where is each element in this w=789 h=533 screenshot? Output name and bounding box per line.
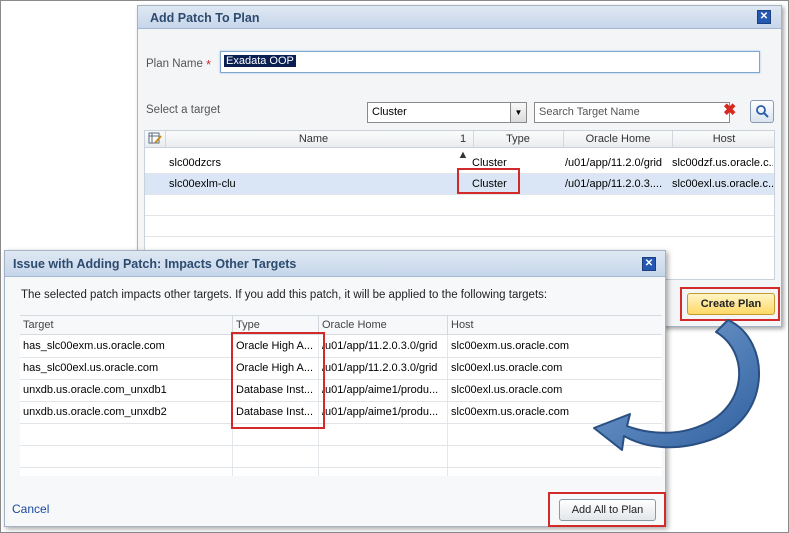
plan-name-value: Exadata OOP [224, 55, 296, 67]
select-target-label: Select a target [146, 104, 221, 116]
add-patch-title: Add Patch To Plan [150, 11, 260, 25]
row-host: slc00exm.us.oracle.com [451, 340, 569, 352]
issue-title: Issue with Adding Patch: Impacts Other T… [13, 257, 297, 271]
row-oracle-home: /u01/app/11.2.0/grid [565, 157, 663, 169]
plan-name-input[interactable]: Exadata OOP [220, 51, 760, 73]
clear-icon[interactable]: ✖ [723, 101, 736, 121]
row-target: has_slc00exm.us.oracle.com [23, 340, 165, 352]
impacted-table-header: Target Type Oracle Home Host [20, 316, 662, 335]
issue-titlebar: Issue with Adding Patch: Impacts Other T… [5, 251, 665, 277]
search-placeholder: Search Target Name [539, 106, 640, 118]
row-target: unxdb.us.oracle.com_unxdb1 [23, 384, 167, 396]
search-icon [756, 105, 769, 118]
impacted-targets-table: Target Type Oracle Home Host has_slc00ex… [20, 315, 662, 476]
highlight-box-add-all [548, 492, 666, 527]
impact-message: The selected patch impacts other targets… [21, 289, 548, 301]
chevron-down-icon[interactable]: ▼ [510, 103, 526, 122]
column-target[interactable]: Target [20, 316, 228, 334]
close-icon[interactable]: ✕ [757, 10, 771, 24]
highlight-box-types [231, 332, 325, 429]
search-button[interactable] [750, 100, 774, 123]
curved-arrow-icon [593, 319, 760, 451]
target-type-select[interactable]: Cluster ▼ [367, 102, 527, 123]
cancel-link[interactable]: Cancel [12, 502, 49, 516]
edit-columns-icon[interactable] [147, 131, 163, 147]
row-host: slc00exl.us.oracle.com [451, 384, 563, 396]
highlight-box-cluster [457, 168, 520, 194]
table-row-empty [145, 195, 774, 216]
column-oracle-home[interactable]: Oracle Home [318, 316, 447, 334]
sort-indicator[interactable]: 1 ▲ [453, 131, 473, 161]
required-marker: * [206, 57, 212, 72]
column-oracle-home[interactable]: Oracle Home [563, 131, 672, 147]
plan-name-label: Plan Name [146, 58, 203, 70]
row-oracle-home: /u01/app/11.2.0.3.0/grid [322, 362, 438, 374]
row-host: slc00exl.us.oracle.c... [672, 178, 773, 190]
row-name: slc00exlm-clu [169, 178, 236, 190]
row-oracle-home: /u01/app/aime1/produ... [322, 406, 439, 418]
close-icon[interactable]: ✕ [642, 257, 656, 271]
row-host: slc00exl.us.oracle.com [451, 362, 563, 374]
target-table-header: Name 1 ▲ Type Oracle Home Host [145, 131, 775, 161]
row-oracle-home: /u01/app/aime1/produ... [322, 384, 439, 396]
row-host: slc00exm.us.oracle.com [451, 406, 569, 418]
search-target-input[interactable]: Search Target Name [534, 102, 730, 123]
table-row[interactable]: unxdb.us.oracle.com_unxdb1 Database Inst… [20, 379, 662, 402]
column-host[interactable]: Host [672, 131, 775, 147]
column-name[interactable]: Name [165, 131, 461, 147]
row-target: has_slc00exl.us.oracle.com [23, 362, 159, 374]
issue-dialog: Issue with Adding Patch: Impacts Other T… [4, 250, 666, 527]
table-row-empty [145, 216, 774, 237]
table-row[interactable]: has_slc00exm.us.oracle.com Oracle High A… [20, 335, 662, 358]
row-name: slc00dzcrs [169, 157, 221, 169]
add-patch-titlebar: Add Patch To Plan ✕ [138, 6, 781, 29]
row-oracle-home: /u01/app/11.2.0.3.... [565, 178, 663, 190]
row-host: slc00dzf.us.oracle.c... [672, 157, 773, 169]
table-row-empty [20, 423, 662, 446]
table-row[interactable]: has_slc00exl.us.oracle.com Oracle High A… [20, 357, 662, 380]
column-type[interactable]: Type [473, 131, 562, 147]
row-oracle-home: /u01/app/11.2.0.3.0/grid [322, 340, 438, 352]
row-target: unxdb.us.oracle.com_unxdb2 [23, 406, 167, 418]
target-type-value: Cluster [372, 106, 407, 118]
table-row[interactable]: unxdb.us.oracle.com_unxdb2 Database Inst… [20, 401, 662, 424]
table-row-empty [20, 445, 662, 468]
